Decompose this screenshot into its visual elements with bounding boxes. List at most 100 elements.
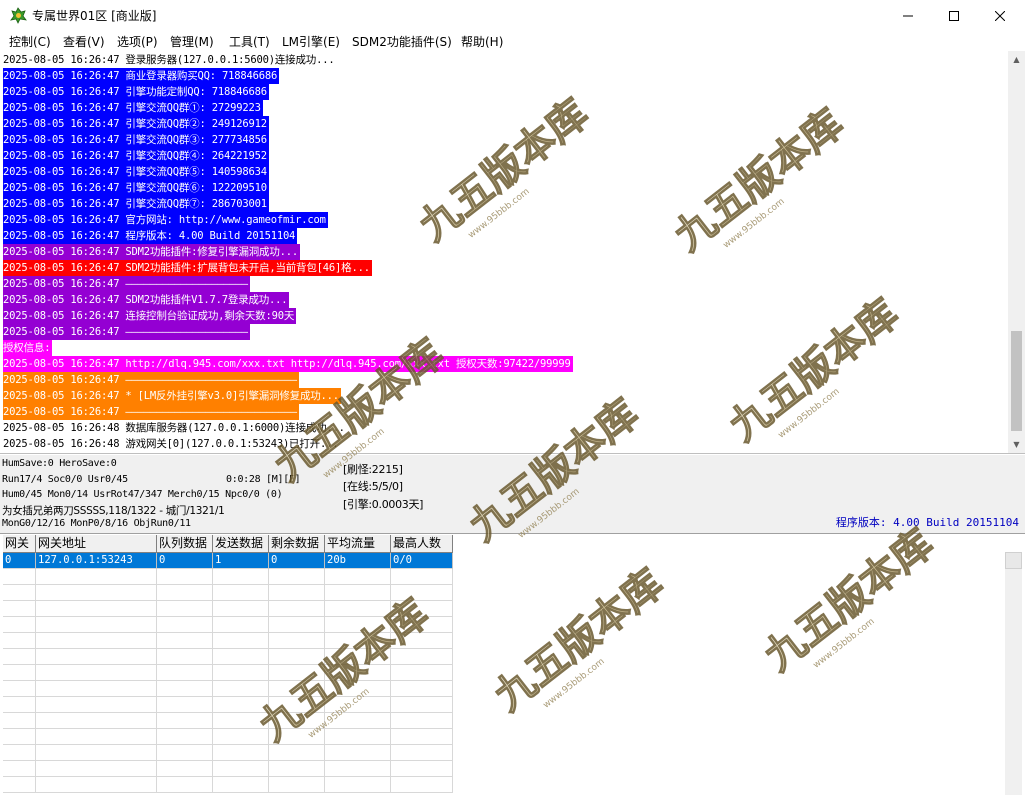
cell-remaining-data: 0 xyxy=(269,553,325,569)
log-line: 2025-08-05 16:26:47 引擎交流QQ群⑦: 286703001 xyxy=(3,196,1003,212)
empty-cell xyxy=(325,665,391,681)
empty-cell xyxy=(213,745,269,761)
empty-cell xyxy=(269,777,325,793)
menu-lm-engine[interactable]: LM引擎(E) xyxy=(282,33,340,50)
col-gateway[interactable]: 网关 xyxy=(3,535,36,553)
empty-cell xyxy=(269,617,325,633)
scroll-thumb[interactable] xyxy=(1011,331,1022,431)
status-panel: HumSave:0 HeroSave:0 Run17/4 Soc0/0 Usr0… xyxy=(0,455,1025,533)
empty-table-row xyxy=(3,633,453,649)
empty-cell xyxy=(391,713,453,729)
empty-cell xyxy=(325,681,391,697)
log-line: 2025-08-05 16:26:47 引擎交流QQ群⑤: 140598634 xyxy=(3,164,1003,180)
maximize-icon xyxy=(949,10,959,21)
menu-control[interactable]: 控制(C) xyxy=(9,33,51,50)
log-line-text: 2025-08-05 16:26:48 数据库服务器(127.0.0.1:600… xyxy=(3,422,345,434)
log-line: 2025-08-05 16:26:47 * [LM反外挂引擎v3.0]引擎漏洞修… xyxy=(3,388,1003,404)
empty-cell xyxy=(157,681,213,697)
empty-cell xyxy=(157,617,213,633)
empty-cell xyxy=(36,649,157,665)
col-queue-data[interactable]: 队列数据 xyxy=(157,535,213,553)
menu-options[interactable]: 选项(P) xyxy=(117,33,158,50)
empty-cell xyxy=(213,585,269,601)
status-mon: MonG0/12/16 MonP0/8/16 ObjRun0/11 xyxy=(2,518,191,529)
empty-cell xyxy=(213,569,269,585)
log-line: 2025-08-05 16:26:47 SDM2功能插件:修复引擎漏洞成功... xyxy=(3,244,1003,260)
col-avg-traffic[interactable]: 平均流量 xyxy=(325,535,391,553)
empty-cell xyxy=(325,633,391,649)
table-scroll-thumb[interactable] xyxy=(1005,552,1022,569)
empty-cell xyxy=(213,617,269,633)
empty-cell xyxy=(36,681,157,697)
empty-table-row xyxy=(3,617,453,633)
empty-table-row xyxy=(3,649,453,665)
cell-gateway: 0 xyxy=(3,553,36,569)
empty-cell xyxy=(213,649,269,665)
table-row[interactable]: 0 127.0.0.1:53243 0 1 0 20b 0/0 xyxy=(3,553,453,569)
app-icon xyxy=(10,7,27,24)
empty-cell xyxy=(157,713,213,729)
scroll-down-icon[interactable]: ▼ xyxy=(1008,436,1025,453)
empty-cell xyxy=(269,585,325,601)
log-line-text: 2025-08-05 16:26:47 http://dlq.945.com/x… xyxy=(3,356,573,372)
log-line-text: 2025-08-05 16:26:48 游戏网关[0](127.0.0.1:53… xyxy=(3,438,339,450)
empty-cell xyxy=(391,681,453,697)
col-max-users[interactable]: 最高人数 xyxy=(391,535,453,553)
empty-cell xyxy=(157,761,213,777)
log-line: 2025-08-05 16:26:47 引擎交流QQ群⑥: 122209510 xyxy=(3,180,1003,196)
empty-cell xyxy=(269,665,325,681)
status-map: 为女插兄弟两刀SSSSS,118/1322 - 城门/1321/1 xyxy=(2,505,225,517)
empty-cell xyxy=(269,761,325,777)
menu-manage[interactable]: 管理(M) xyxy=(170,33,214,50)
table-scrollbar[interactable] xyxy=(1005,552,1022,795)
log-scrollbar[interactable]: ▲ ▼ xyxy=(1008,51,1025,453)
log-line-text: 2025-08-05 16:26:47 ———————————————————— xyxy=(3,276,250,292)
close-button[interactable] xyxy=(977,0,1023,31)
empty-cell xyxy=(36,713,157,729)
menu-view[interactable]: 查看(V) xyxy=(63,33,105,50)
scroll-up-icon[interactable]: ▲ xyxy=(1008,51,1025,68)
table-header: 网关 网关地址 队列数据 发送数据 剩余数据 平均流量 最高人数 xyxy=(3,535,453,553)
menu-tools[interactable]: 工具(T) xyxy=(229,33,270,50)
empty-table-row xyxy=(3,681,453,697)
maximize-button[interactable] xyxy=(931,0,977,31)
log-line-text: 2025-08-05 16:26:47 引擎功能定制QQ: 718846686 xyxy=(3,84,269,100)
col-gateway-address[interactable]: 网关地址 xyxy=(36,535,157,553)
empty-cell xyxy=(269,601,325,617)
empty-table-row xyxy=(3,697,453,713)
empty-cell xyxy=(36,633,157,649)
minimize-button[interactable] xyxy=(885,0,931,31)
log-line: 2025-08-05 16:26:47 引擎交流QQ群①: 27299223 xyxy=(3,100,1003,116)
log-line-text: 2025-08-05 16:26:47 引擎交流QQ群④: 264221952 xyxy=(3,148,269,164)
log-line: 2025-08-05 16:26:47 ————————————————————… xyxy=(3,372,1003,388)
log-line-text: 2025-08-05 16:26:47 ————————————————————… xyxy=(3,372,299,388)
empty-cell xyxy=(269,697,325,713)
log-line: 2025-08-05 16:26:48 数据库服务器(127.0.0.1:600… xyxy=(3,420,1003,436)
log-line: 2025-08-05 16:26:47 登录服务器(127.0.0.1:5600… xyxy=(3,52,1003,68)
log-line-text: 2025-08-05 16:26:47 程序版本: 4.00 Build 201… xyxy=(3,228,298,244)
log-line: 2025-08-05 16:26:47 ———————————————————— xyxy=(3,324,1003,340)
col-sent-data[interactable]: 发送数据 xyxy=(213,535,269,553)
col-remaining-data[interactable]: 剩余数据 xyxy=(269,535,325,553)
empty-cell xyxy=(157,633,213,649)
log-line-text: 授权信息: xyxy=(3,340,53,356)
empty-cell xyxy=(3,777,36,793)
log-line: 2025-08-05 16:26:47 官方网站: http://www.gam… xyxy=(3,212,1003,228)
gateway-table-panel: 网关 网关地址 队列数据 发送数据 剩余数据 平均流量 最高人数 0 127.0… xyxy=(0,533,1025,795)
log-panel[interactable]: 2025-08-05 16:26:47 登录服务器(127.0.0.1:5600… xyxy=(0,51,1025,454)
empty-cell xyxy=(325,761,391,777)
title-bar[interactable]: 专属世界01区 [商业版] xyxy=(0,0,1025,31)
log-line: 2025-08-05 16:26:47 SDM2功能插件:扩展背包未开启,当前背… xyxy=(3,260,1003,276)
log-line: 2025-08-05 16:26:47 引擎功能定制QQ: 718846686 xyxy=(3,84,1003,100)
cell-max-users: 0/0 xyxy=(391,553,453,569)
empty-cell xyxy=(3,585,36,601)
empty-cell xyxy=(157,777,213,793)
menu-sdm2-plugin[interactable]: SDM2功能插件(S) xyxy=(352,33,452,50)
menu-help[interactable]: 帮助(H) xyxy=(461,33,503,50)
empty-cell xyxy=(391,665,453,681)
empty-cell xyxy=(157,665,213,681)
log-list: 2025-08-05 16:26:47 登录服务器(127.0.0.1:5600… xyxy=(3,52,1003,452)
log-line-text: 2025-08-05 16:26:47 引擎交流QQ群⑦: 286703001 xyxy=(3,196,269,212)
log-line: 2025-08-05 16:26:47 http://dlq.945.com/x… xyxy=(3,356,1003,372)
log-line-text: 2025-08-05 16:26:47 官方网站: http://www.gam… xyxy=(3,212,328,228)
